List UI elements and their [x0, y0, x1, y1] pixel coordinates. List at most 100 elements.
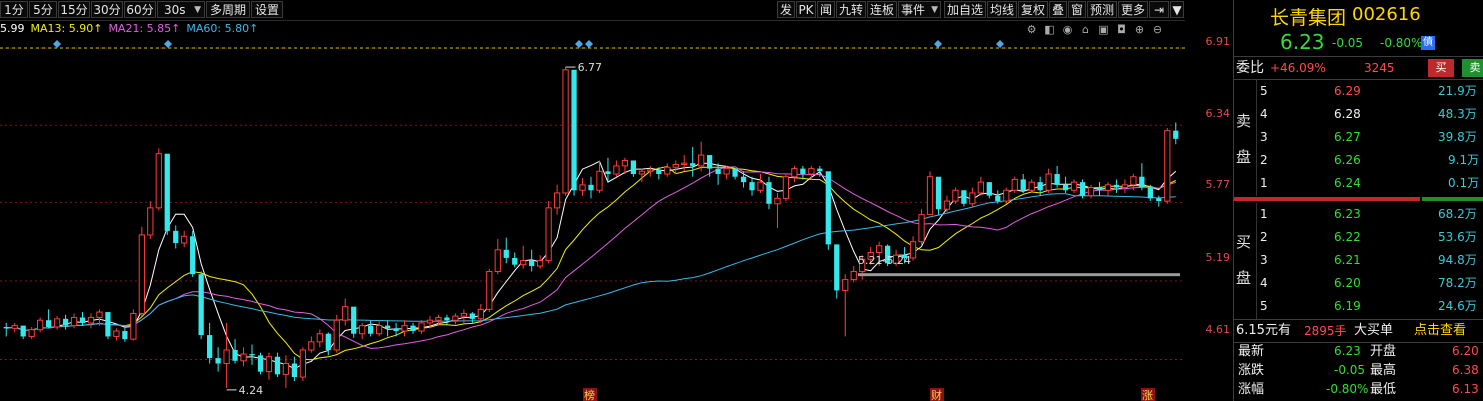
ask-row[interactable]: 4 6.28 48.3万 [1234, 103, 1483, 125]
candle-body [393, 328, 399, 332]
zoom-in-icon[interactable]: ⊕ [1133, 23, 1146, 36]
candle-body [986, 182, 992, 196]
candle-body [553, 192, 561, 209]
ask-row[interactable]: 5 6.29 21.9万 [1234, 80, 1483, 102]
bid-level: 5 [1260, 299, 1268, 313]
price-axis-label: 6.34 [1205, 107, 1231, 120]
candle-body [1104, 184, 1112, 191]
ask-row[interactable]: 2 6.26 9.1万 [1234, 149, 1483, 171]
stat-row: 涨跌 -0.05 最高 6.38 [1234, 361, 1483, 380]
candle-body [79, 317, 86, 323]
range-annotation: 5.21-5.24 [858, 254, 911, 267]
bag-icon[interactable]: ◧ [1043, 23, 1056, 36]
bid-row[interactable]: 2 6.22 53.6万 [1234, 226, 1483, 248]
candle-body [876, 245, 883, 254]
house-icon[interactable]: ⌂ [1079, 23, 1092, 36]
buy-button[interactable]: 买 [1428, 59, 1454, 77]
candle-body [1156, 198, 1162, 202]
candle-body [1037, 182, 1043, 191]
candle-body [11, 325, 18, 329]
candle-body [791, 168, 798, 178]
candle-body [961, 190, 967, 204]
candle-body [460, 312, 468, 317]
candle-body [969, 192, 976, 205]
candle-body [1003, 189, 1010, 202]
candle-body [664, 166, 671, 175]
zoom-out-icon[interactable]: ⊖ [1151, 23, 1164, 36]
candle-body [1121, 184, 1129, 189]
kline-chart[interactable]: 6.77 4.24 5.21-5.24 榜 财 涨 [0, 0, 1185, 401]
ask-row[interactable]: 3 6.27 39.8万 [1234, 126, 1483, 148]
candle-body [757, 181, 764, 191]
bid-price: 6.19 [1334, 299, 1361, 313]
low-price-annotation: 4.24 [239, 384, 264, 397]
candle-body [308, 341, 315, 351]
candle-body [909, 241, 917, 259]
candle-body [190, 236, 196, 275]
weibi-row: 委比 +46.09% 3245 买 卖 [1234, 57, 1483, 79]
stat-key: 涨幅 [1238, 382, 1265, 397]
eye-icon[interactable]: ◉ [1061, 23, 1074, 36]
candle-body [926, 176, 934, 216]
candle-body [918, 214, 925, 243]
stat-key: 最新 [1238, 344, 1265, 359]
stock-name: 长青集团 [1270, 7, 1347, 29]
stat-value: 6.38 [1452, 363, 1479, 377]
bond-badge[interactable]: 債 [1421, 36, 1435, 50]
camera-icon[interactable]: ◘ [1115, 23, 1128, 36]
candle-body [53, 318, 61, 328]
ask-volume: 21.9万 [1438, 84, 1477, 98]
bid-price: 6.20 [1334, 276, 1361, 290]
candle-body [732, 168, 738, 177]
bid-level: 2 [1260, 230, 1268, 244]
price-axis-label: 5.77 [1205, 178, 1231, 191]
ask-row[interactable]: 1 6.24 0.1万 [1234, 172, 1483, 194]
candle-body [401, 325, 408, 332]
candle-body [545, 207, 552, 262]
candle-body [800, 168, 806, 175]
candle-body [782, 176, 790, 199]
candle-body [232, 349, 238, 361]
candle-body [147, 207, 154, 236]
candle-body [359, 325, 366, 335]
ask-price: 6.29 [1334, 84, 1361, 98]
ask-volume: 9.1万 [1448, 153, 1480, 167]
bid-volume: 94.8万 [1438, 253, 1477, 267]
candle-body [1062, 184, 1069, 191]
candle-body [605, 171, 611, 175]
sell-button[interactable]: 卖 [1462, 59, 1483, 77]
candle-body [588, 184, 594, 191]
candle-body [656, 169, 662, 175]
candle-body [207, 335, 213, 359]
candle-body [469, 313, 475, 319]
stat-key: 最低 [1370, 382, 1397, 397]
candle-body [155, 153, 162, 209]
candle-body [130, 312, 137, 340]
price-axis-label: 6.91 [1205, 35, 1231, 48]
bid-volume: 78.2万 [1438, 276, 1477, 290]
candle-body [351, 306, 357, 334]
gear-icon[interactable]: ⚙ [1025, 23, 1038, 36]
candle-body [444, 317, 450, 321]
candle-body [173, 230, 179, 244]
candle-body [299, 349, 306, 378]
weicha-value: 3245 [1364, 61, 1395, 75]
big-order-link[interactable]: 点击查看 [1414, 320, 1466, 342]
lock-icon[interactable]: ▣ [1097, 23, 1110, 36]
candle-body [825, 171, 831, 245]
bid-row[interactable]: 1 6.23 68.2万 [1234, 203, 1483, 225]
candle-body [3, 326, 9, 329]
big-order-row[interactable]: 6.15元有 2895手 大买单 点击查看 [1234, 320, 1483, 342]
candle-body [215, 358, 221, 364]
ask-level: 2 [1260, 153, 1268, 167]
bid-row[interactable]: 5 6.19 24.6万 [1234, 295, 1483, 317]
candle-body [435, 316, 442, 321]
candle-body [96, 311, 103, 318]
weibi-bar-sell [1422, 197, 1483, 201]
candle-body [87, 316, 95, 324]
price-row: 6.23 -0.05 -0.80% 債 [1234, 30, 1483, 56]
bid-row[interactable]: 4 6.20 78.2万 [1234, 272, 1483, 294]
bid-row[interactable]: 3 6.21 94.8万 [1234, 249, 1483, 271]
candle-body [537, 260, 544, 267]
candle-body [952, 189, 959, 202]
